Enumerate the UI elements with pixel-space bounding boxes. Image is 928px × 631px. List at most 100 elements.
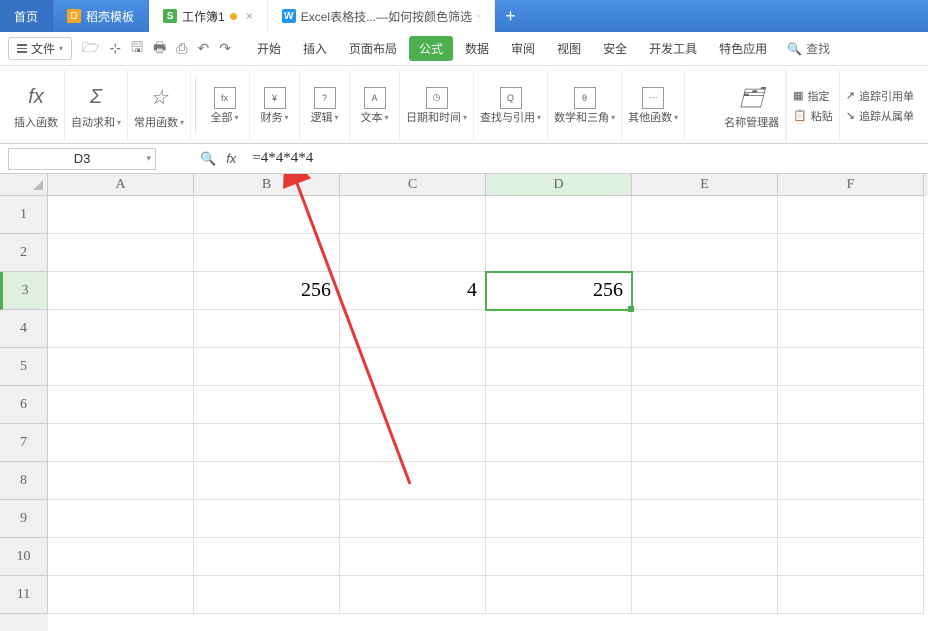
- rg-other-functions[interactable]: ⋯ 其他函数: [622, 70, 685, 141]
- tab-workbook-active[interactable]: S 工作簿1 ×: [149, 0, 268, 32]
- cell-C8[interactable]: [340, 462, 486, 500]
- cell-C3[interactable]: 4: [340, 272, 486, 310]
- cell-D10[interactable]: [486, 538, 632, 576]
- cell-B7[interactable]: [194, 424, 340, 462]
- cell-F9[interactable]: [778, 500, 924, 538]
- tab-page-layout[interactable]: 页面布局: [339, 36, 407, 61]
- cell-D1[interactable]: [486, 196, 632, 234]
- cell-E3[interactable]: [632, 272, 778, 310]
- cell-D5[interactable]: [486, 348, 632, 386]
- cell-A9[interactable]: [48, 500, 194, 538]
- cell-B8[interactable]: [194, 462, 340, 500]
- cell-B2[interactable]: [194, 234, 340, 272]
- cell-F5[interactable]: [778, 348, 924, 386]
- cell-C7[interactable]: [340, 424, 486, 462]
- cell-A1[interactable]: [48, 196, 194, 234]
- cell-F3[interactable]: [778, 272, 924, 310]
- cells-area[interactable]: 2564256: [48, 196, 928, 631]
- cell-B1[interactable]: [194, 196, 340, 234]
- undo-icon[interactable]: ↶: [198, 40, 210, 57]
- cell-B11[interactable]: [194, 576, 340, 614]
- cell-B10[interactable]: [194, 538, 340, 576]
- cell-C4[interactable]: [340, 310, 486, 348]
- cell-A4[interactable]: [48, 310, 194, 348]
- cell-A8[interactable]: [48, 462, 194, 500]
- tab-formula[interactable]: 公式: [409, 36, 453, 61]
- cell-E2[interactable]: [632, 234, 778, 272]
- cell-E9[interactable]: [632, 500, 778, 538]
- cell-D3[interactable]: 256: [486, 272, 632, 310]
- tab-special-apps[interactable]: 特色应用: [709, 36, 777, 61]
- col-header-A[interactable]: A: [48, 174, 194, 196]
- name-box[interactable]: D3 ▾: [8, 148, 156, 170]
- redo-icon[interactable]: ↷: [219, 40, 231, 57]
- tab-start[interactable]: 开始: [247, 36, 291, 61]
- cell-F1[interactable]: [778, 196, 924, 234]
- cell-C10[interactable]: [340, 538, 486, 576]
- cell-E1[interactable]: [632, 196, 778, 234]
- save-icon[interactable]: 🖫: [131, 37, 143, 61]
- row-header-7[interactable]: 7: [0, 424, 48, 462]
- cell-A10[interactable]: [48, 538, 194, 576]
- cell-B4[interactable]: [194, 310, 340, 348]
- trace-precedents-button[interactable]: ↗追踪引用单: [846, 88, 914, 104]
- col-header-D[interactable]: D: [486, 174, 632, 196]
- assign-button[interactable]: ▦指定: [793, 88, 833, 104]
- rg-insert-function[interactable]: fx 插入函数: [8, 70, 65, 141]
- cell-D7[interactable]: [486, 424, 632, 462]
- tab-insert[interactable]: 插入: [293, 36, 337, 61]
- cell-A5[interactable]: [48, 348, 194, 386]
- rg-math-trig[interactable]: θ 数学和三角: [548, 70, 622, 141]
- cell-F10[interactable]: [778, 538, 924, 576]
- cell-E10[interactable]: [632, 538, 778, 576]
- cell-F6[interactable]: [778, 386, 924, 424]
- trace-dependents-button[interactable]: ↘追踪从属单: [846, 108, 914, 124]
- cell-C9[interactable]: [340, 500, 486, 538]
- row-header-6[interactable]: 6: [0, 386, 48, 424]
- rg-text[interactable]: A 文本: [350, 70, 400, 141]
- rg-name-manager[interactable]: 🗂 名称管理器: [718, 70, 786, 141]
- new-icon[interactable]: ⊹: [109, 40, 121, 57]
- rg-finance[interactable]: ¥ 财务: [250, 70, 300, 141]
- cell-A11[interactable]: [48, 576, 194, 614]
- cell-D9[interactable]: [486, 500, 632, 538]
- row-header-2[interactable]: 2: [0, 234, 48, 272]
- cell-F2[interactable]: [778, 234, 924, 272]
- row-header-11[interactable]: 11: [0, 576, 48, 614]
- fx-icon[interactable]: fx: [226, 151, 236, 166]
- tab-excel-tips[interactable]: W Excel表格技...—如何按颜色筛选 ◦: [268, 0, 496, 32]
- cell-E11[interactable]: [632, 576, 778, 614]
- cell-D4[interactable]: [486, 310, 632, 348]
- rg-auto-sum[interactable]: Σ 自动求和: [65, 70, 128, 141]
- col-header-B[interactable]: B: [194, 174, 340, 196]
- cell-F7[interactable]: [778, 424, 924, 462]
- cell-D2[interactable]: [486, 234, 632, 272]
- zoom-icon[interactable]: 🔍: [200, 151, 216, 167]
- tab-template[interactable]: D 稻壳模板: [53, 0, 149, 32]
- cell-C1[interactable]: [340, 196, 486, 234]
- cell-B9[interactable]: [194, 500, 340, 538]
- rg-logic[interactable]: ? 逻辑: [300, 70, 350, 141]
- tab-review[interactable]: 审阅: [501, 36, 545, 61]
- col-header-E[interactable]: E: [632, 174, 778, 196]
- cell-B3[interactable]: 256: [194, 272, 340, 310]
- tab-dev-tools[interactable]: 开发工具: [639, 36, 707, 61]
- row-header-10[interactable]: 10: [0, 538, 48, 576]
- cell-E6[interactable]: [632, 386, 778, 424]
- cell-A6[interactable]: [48, 386, 194, 424]
- cell-B5[interactable]: [194, 348, 340, 386]
- cell-D6[interactable]: [486, 386, 632, 424]
- search-button[interactable]: 🔍 查找: [787, 40, 830, 57]
- row-header-9[interactable]: 9: [0, 500, 48, 538]
- tab-add-button[interactable]: +: [495, 0, 526, 32]
- tab-home[interactable]: 首页: [0, 0, 53, 32]
- row-header-1[interactable]: 1: [0, 196, 48, 234]
- cell-C6[interactable]: [340, 386, 486, 424]
- rg-all[interactable]: fx 全部: [200, 70, 250, 141]
- cell-F11[interactable]: [778, 576, 924, 614]
- paste-button[interactable]: 📋粘贴: [793, 108, 833, 124]
- cell-E8[interactable]: [632, 462, 778, 500]
- cell-E7[interactable]: [632, 424, 778, 462]
- cell-A2[interactable]: [48, 234, 194, 272]
- row-header-3[interactable]: 3: [0, 272, 48, 310]
